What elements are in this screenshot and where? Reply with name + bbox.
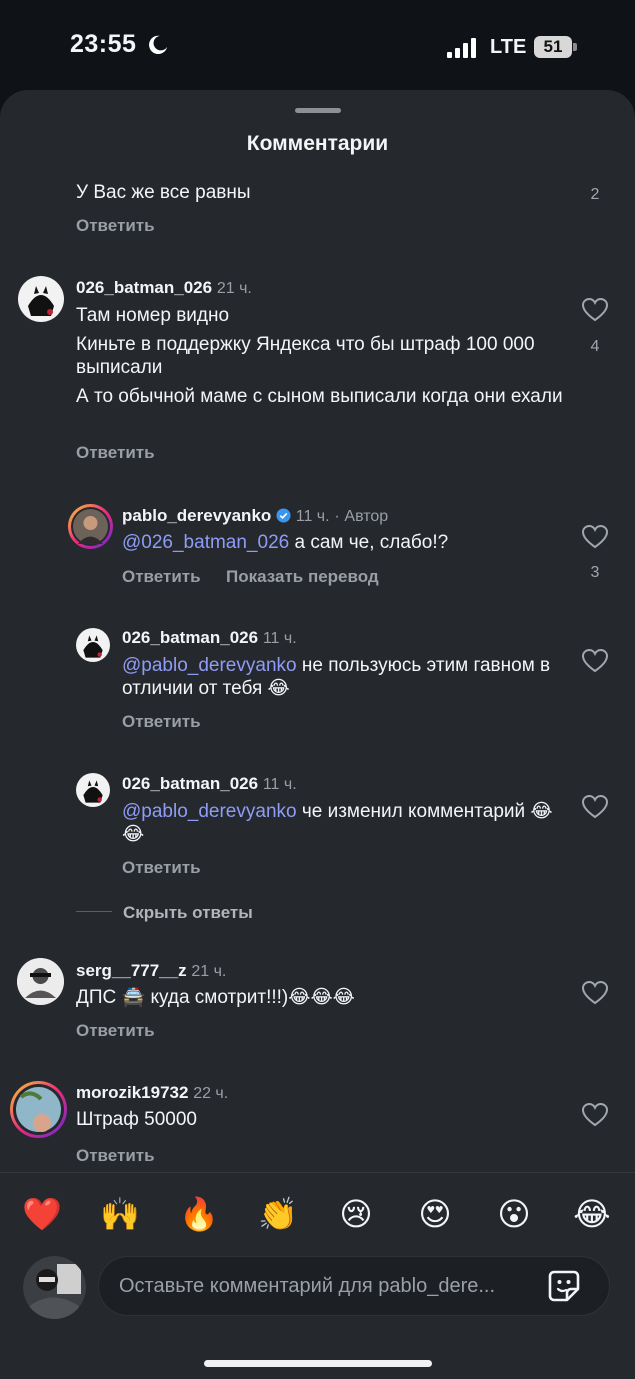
battery-tip [573, 43, 577, 51]
comment-line: Киньте в поддержку Яндекса что бы штраф … [76, 334, 535, 378]
like-count: 2 [590, 186, 600, 203]
reaction-heart[interactable]: ❤️ [21, 1194, 63, 1234]
reaction-bar [0, 1172, 635, 1253]
status-time: 23:55 [70, 30, 137, 58]
reply-button[interactable]: Ответить [76, 443, 155, 463]
comment-time: 21 ч. [191, 963, 227, 980]
reaction-crying[interactable]: 😢 [335, 1194, 377, 1234]
sheet-title: Комментарии [246, 132, 389, 155]
comment-text: @pablo_derevyanko не пользуюсь этим гавн… [122, 654, 562, 700]
reply-button[interactable]: Ответить [122, 567, 201, 587]
reply-button[interactable]: Ответить [76, 1146, 155, 1166]
show-translation-button[interactable]: Показать перевод [226, 567, 379, 587]
avatar[interactable] [68, 504, 113, 549]
reply-button[interactable]: Ответить [76, 216, 155, 236]
person-avatar-icon [17, 958, 64, 1005]
comment-time: 21 ч. [216, 280, 252, 297]
status-bar: 23:55 LTE 51 [0, 0, 635, 90]
comment-body: а сам че, слабо!? [289, 532, 449, 553]
comment-time: 11 ч. [262, 776, 297, 793]
heart-icon[interactable] [582, 298, 608, 322]
comment-text: @026_batman_026 а сам че, слабо!? [122, 531, 562, 554]
person-avatar-icon [16, 1087, 61, 1132]
comment-author[interactable]: 026_batman_026 11 ч. [122, 774, 297, 794]
reaction-raised-hands[interactable]: 🙌 [99, 1194, 141, 1234]
reaction-fire[interactable]: 🔥 [178, 1194, 220, 1234]
sticker-icon[interactable] [547, 1269, 581, 1303]
comment-author[interactable]: 026_batman_026 21 ч. [76, 278, 252, 298]
reply-button[interactable]: Ответить [76, 1021, 155, 1041]
author-badge: Автор [344, 508, 389, 525]
person-avatar-icon [23, 1256, 86, 1319]
battery-indicator: 51 [534, 36, 572, 58]
comment-author[interactable]: morozik19732 22 ч. [76, 1083, 228, 1103]
home-indicator [204, 1360, 432, 1367]
comment-text: У Вас же все равны [76, 182, 251, 203]
comment-time: 22 ч. [193, 1085, 229, 1102]
username[interactable]: serg__777__z [76, 961, 187, 980]
reply-button[interactable]: Ответить [122, 712, 201, 732]
username[interactable]: morozik19732 [76, 1083, 188, 1102]
mention-link[interactable]: @pablo_derevyanko [122, 801, 297, 822]
username[interactable]: 026_batman_026 [122, 628, 258, 647]
batman-avatar-icon [18, 276, 64, 322]
heart-icon[interactable] [582, 1103, 608, 1127]
hide-replies-button[interactable]: Скрыть ответы [123, 903, 253, 923]
heart-icon[interactable] [582, 795, 608, 819]
sheet-grabber[interactable] [295, 108, 341, 113]
comment-input-placeholder[interactable]: Оставьте комментарий для pablo_dere... [119, 1275, 549, 1298]
comment-text: ДПС 🚔 куда смотрит!!!)😂😂😂 [76, 987, 355, 1008]
comment-line: Там номер видно [76, 305, 230, 326]
reaction-heart-eyes[interactable]: 😍 [414, 1194, 456, 1234]
comment-line: А то обычной маме с сыном выписали когда… [76, 386, 563, 407]
current-user-avatar[interactable] [23, 1256, 86, 1319]
heart-icon[interactable] [582, 981, 608, 1005]
person-avatar-icon [73, 509, 108, 544]
batman-avatar-icon [76, 628, 110, 662]
avatar[interactable] [10, 1081, 67, 1138]
avatar[interactable] [18, 276, 64, 322]
battery-level: 51 [543, 37, 563, 56]
like-count: 4 [590, 338, 600, 355]
heart-icon[interactable] [582, 525, 608, 549]
username[interactable]: pablo_derevyanko [122, 506, 271, 525]
reaction-clap[interactable]: 👏 [257, 1194, 299, 1234]
comment-text: @pablo_derevyanko че изменил комментарий… [122, 800, 562, 846]
comment-author[interactable]: pablo_derevyanko 11 ч. · Автор [122, 506, 388, 526]
reaction-laughing[interactable]: 😂 [571, 1194, 613, 1234]
network-type: LTE [490, 36, 527, 58]
comment-author[interactable]: 026_batman_026 11 ч. [122, 628, 297, 648]
like-count: 3 [590, 564, 600, 581]
verified-badge-icon [276, 508, 291, 523]
avatar[interactable] [76, 628, 110, 662]
batman-avatar-icon [76, 773, 110, 807]
username[interactable]: 026_batman_026 [122, 774, 258, 793]
comment-input[interactable]: Оставьте комментарий для pablo_dere... [98, 1256, 610, 1316]
mention-link[interactable]: @026_batman_026 [122, 532, 289, 553]
hide-replies-line [76, 911, 112, 912]
heart-icon[interactable] [582, 649, 608, 673]
signal-icon [447, 38, 476, 58]
reaction-surprised[interactable]: 😮 [493, 1194, 535, 1234]
mention-link[interactable]: @pablo_derevyanko [122, 655, 297, 676]
comment-text: Штраф 50000 [76, 1109, 197, 1130]
moon-icon [149, 35, 168, 55]
comment-author[interactable]: serg__777__z 21 ч. [76, 961, 226, 981]
meta-separator: · [334, 508, 340, 525]
username[interactable]: 026_batman_026 [76, 278, 212, 297]
comment-time: 11 ч. [262, 630, 297, 647]
reply-button[interactable]: Ответить [122, 858, 201, 878]
avatar[interactable] [76, 773, 110, 807]
comment-time: 11 ч. [295, 508, 330, 525]
avatar[interactable] [17, 958, 64, 1005]
